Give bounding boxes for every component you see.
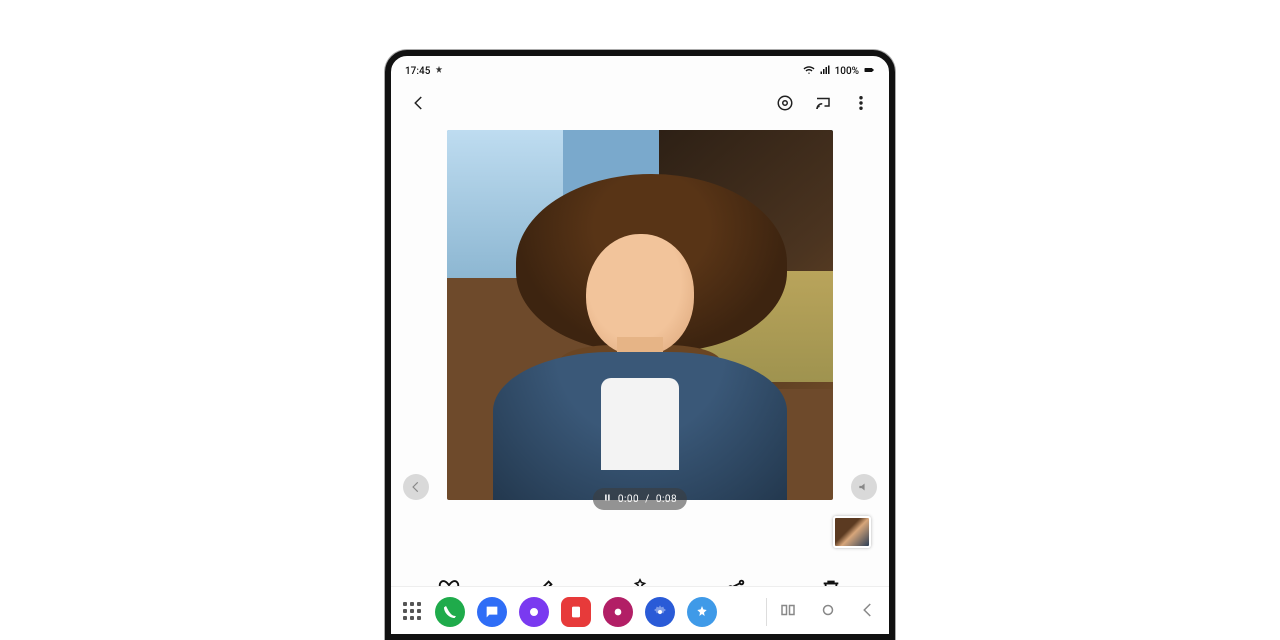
prev-photo-button[interactable]: [403, 474, 429, 500]
wifi-icon: [803, 64, 815, 79]
more-icon[interactable]: [851, 93, 871, 113]
dock-app-phone[interactable]: [435, 597, 465, 627]
dock-app-messages[interactable]: [477, 597, 507, 627]
filmstrip-thumbnail[interactable]: [833, 516, 871, 548]
taskbar-dock: [391, 586, 889, 634]
volume-button[interactable]: [851, 474, 877, 500]
playback-current: 0:00: [618, 494, 639, 505]
cast-icon[interactable]: [813, 93, 833, 113]
apps-drawer-button[interactable]: [403, 602, 423, 622]
pause-icon: [603, 493, 612, 505]
status-bar: 17:45 100%: [391, 56, 889, 82]
status-time: 17:45: [405, 66, 430, 77]
dock-app-camera[interactable]: [603, 597, 633, 627]
back-nav-button[interactable]: [859, 601, 877, 623]
signal-icon: [819, 64, 831, 79]
back-button[interactable]: [409, 93, 429, 113]
motion-photo-play-pill[interactable]: 0:00 / 0:08: [593, 488, 687, 510]
viewer-top-bar: [391, 82, 889, 124]
motion-photo[interactable]: [447, 130, 833, 500]
tablet-device: 17:45 100%: [385, 50, 895, 640]
battery-icon: [863, 64, 875, 79]
home-nav-button[interactable]: [819, 601, 837, 623]
dock-app-gallery[interactable]: [687, 597, 717, 627]
dock-app-notes[interactable]: [561, 597, 591, 627]
bixby-vision-icon[interactable]: [775, 93, 795, 113]
dock-app-settings[interactable]: [645, 597, 675, 627]
notification-icon: [434, 65, 444, 78]
playback-total: 0:08: [656, 494, 677, 505]
recents-nav-button[interactable]: [779, 601, 797, 623]
media-canvas: 0:00 / 0:08: [391, 124, 889, 544]
dock-app-browser[interactable]: [519, 597, 549, 627]
battery-text: 100%: [835, 66, 859, 77]
dock-divider: [766, 598, 767, 626]
